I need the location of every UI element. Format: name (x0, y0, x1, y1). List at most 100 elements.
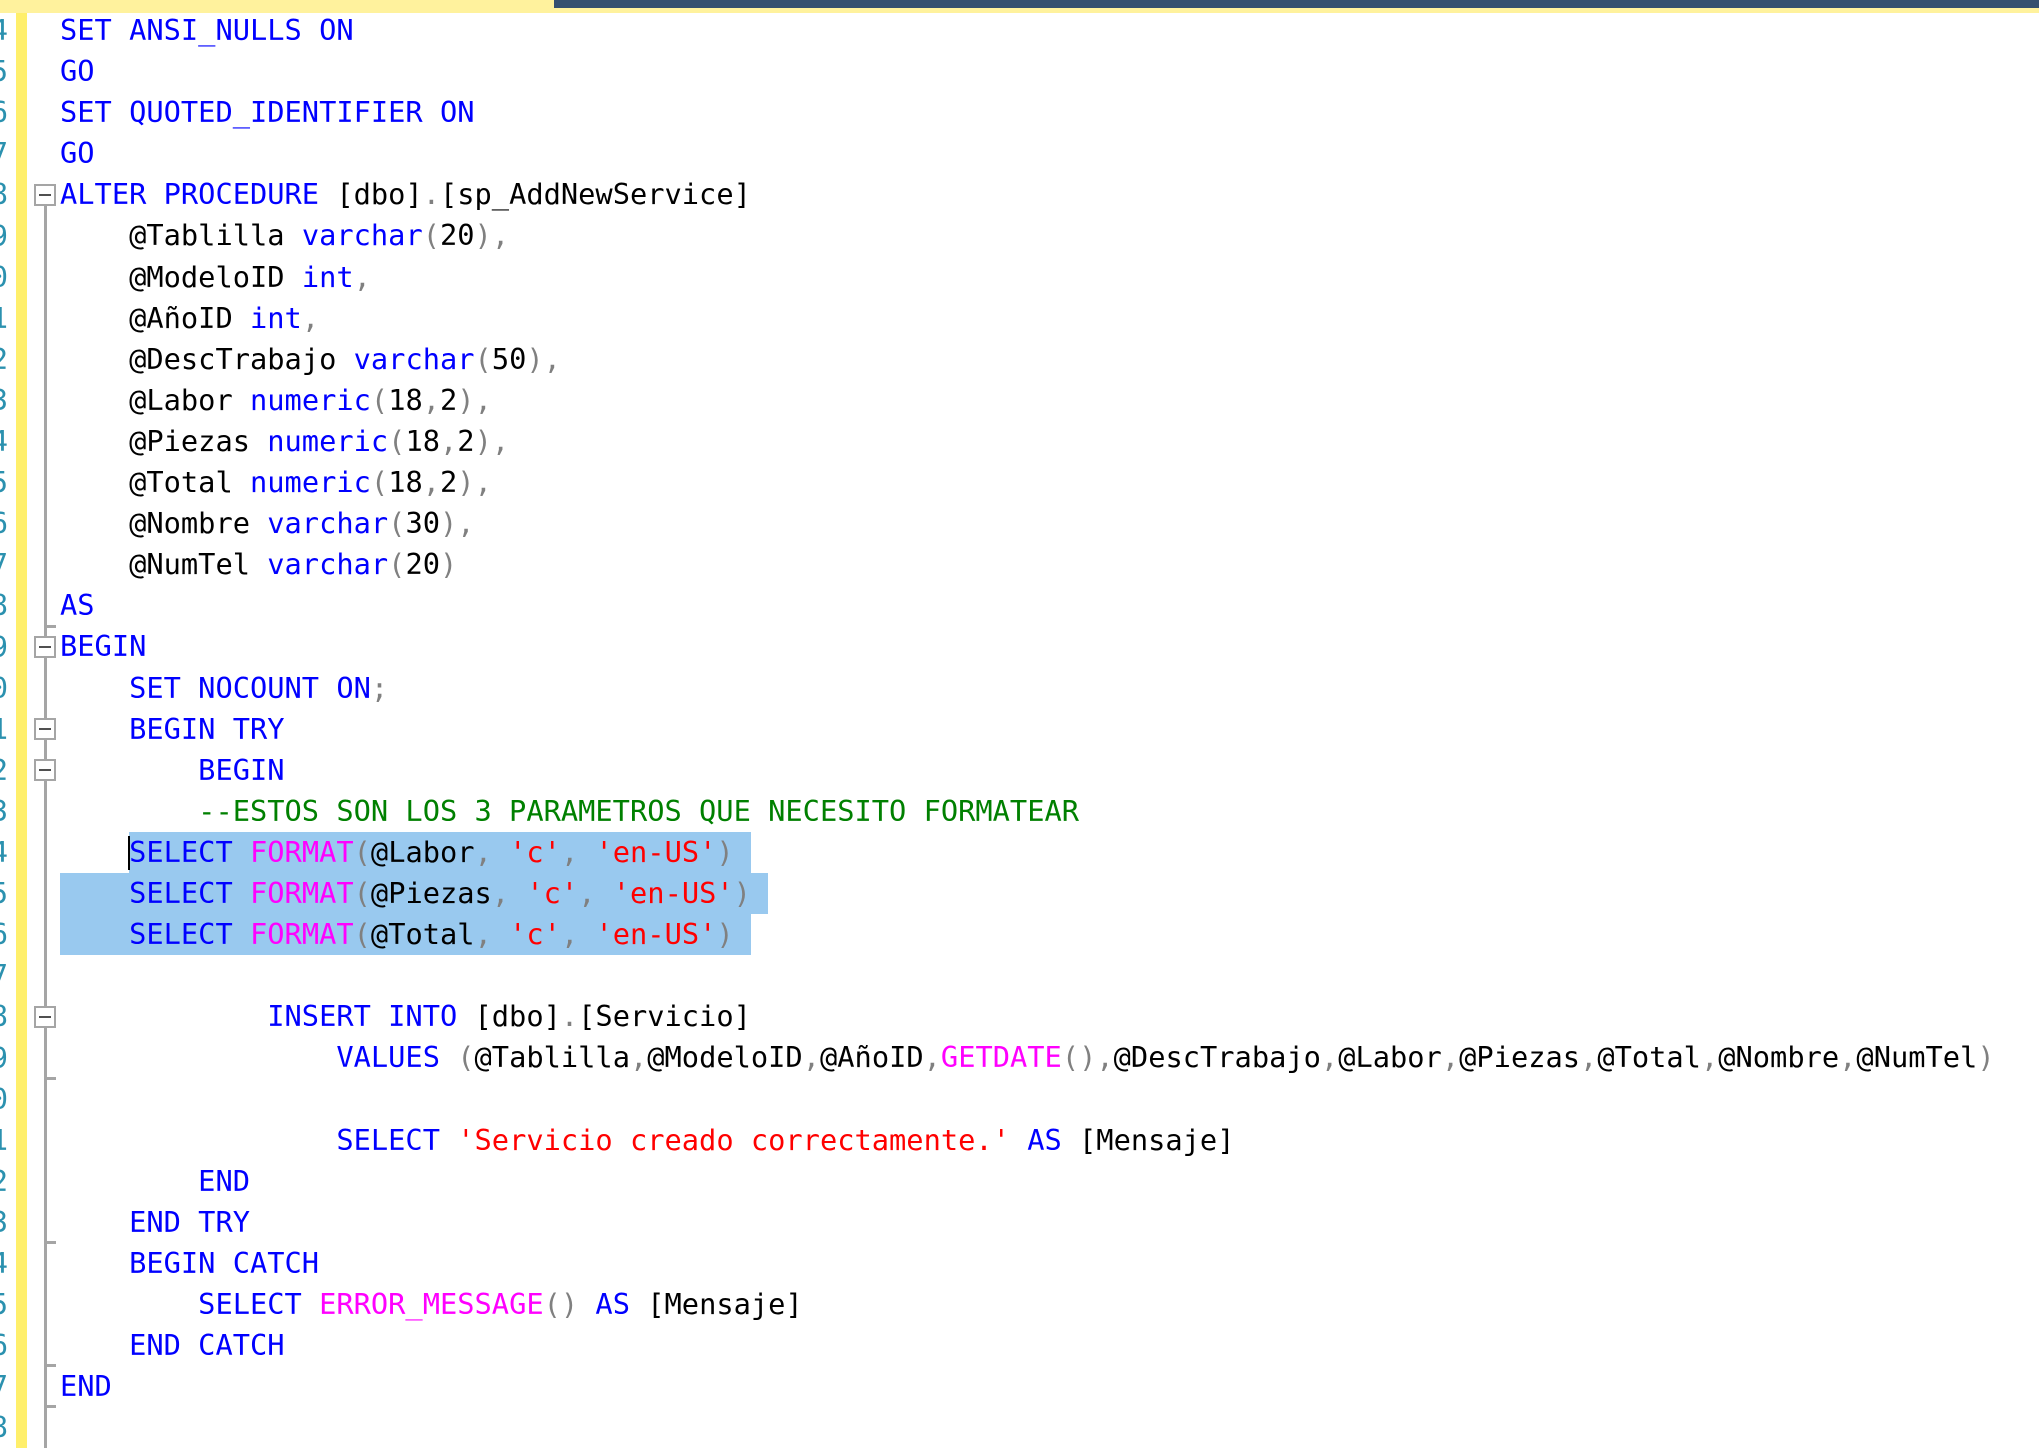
code-line[interactable]: @Labor numeric(18,2), (60, 380, 1995, 421)
code-token-id: 18 (388, 465, 423, 500)
code-token-kw: varchar (353, 341, 475, 376)
code-token-op: ), (474, 218, 510, 253)
code-line[interactable]: END (60, 1366, 1995, 1407)
code-token-kw: SELECT (60, 875, 250, 910)
code-token-kw: varchar (267, 547, 389, 582)
code-token-id: @DescTrabajo (1113, 1040, 1321, 1075)
code-token-op: , (578, 875, 613, 910)
code-token-id: [sp_AddNewService] (439, 177, 751, 212)
code-line[interactable]: @AñoID int, (60, 298, 1995, 339)
code-token-id: 2 (440, 382, 458, 417)
code-token-op: ( (353, 917, 371, 952)
code-token-id: @ModeloID (647, 1040, 803, 1075)
code-line[interactable]: @Total numeric(18,2), (60, 462, 1995, 503)
code-line[interactable]: @DescTrabajo varchar(50), (60, 339, 1995, 380)
collapse-begin-icon[interactable] (34, 636, 56, 659)
code-line[interactable]: @NumTel varchar(20) (60, 544, 1995, 585)
active-document-tab[interactable] (0, 0, 554, 8)
line-number: 8 (0, 1407, 8, 1448)
line-number: 7 (0, 955, 8, 996)
code-token-fn: FORMAT (250, 875, 354, 910)
line-number: 9 (0, 1038, 8, 1079)
code-token-op: . (422, 177, 440, 212)
code-line[interactable] (60, 1078, 1995, 1119)
code-line[interactable]: VALUES (@Tablilla,@ModeloID,@AñoID,GETDA… (60, 1037, 1995, 1078)
code-line[interactable]: GO (60, 133, 1995, 174)
code-token-id: @Piezas (1459, 1040, 1581, 1075)
code-token-op: ) (1977, 1040, 1995, 1075)
code-token-op: ( (422, 218, 440, 253)
code-editor[interactable]: SET ANSI_NULLS ON GO SET QUOTED_IDENTIFIER… (60, 10, 1995, 1448)
line-number: 0 (0, 257, 8, 298)
code-token-op: ( (457, 1040, 475, 1075)
code-token-op: ; (370, 670, 389, 705)
code-token-op: , (353, 259, 371, 294)
line-number: 6 (0, 503, 8, 544)
code-line[interactable] (60, 1407, 1995, 1448)
fold-end-marker (44, 1405, 56, 1409)
code-line[interactable]: SET ANSI_NULLS ON (60, 10, 1995, 51)
collapse-alter-icon[interactable] (34, 183, 56, 206)
code-line[interactable]: SELECT FORMAT(@Piezas, 'c', 'en-US') (60, 873, 1995, 914)
collapse-insert-icon[interactable] (34, 1005, 56, 1028)
line-number: 7 (0, 1366, 8, 1407)
code-token-id: [Servicio] (578, 999, 751, 1034)
code-line[interactable]: AS (60, 585, 1995, 626)
code-line[interactable]: INSERT INTO [dbo].[Servicio] (60, 996, 1995, 1037)
code-line[interactable]: END (60, 1161, 1995, 1202)
code-line[interactable]: BEGIN (60, 626, 1995, 667)
code-token-kw: VALUES (60, 1040, 458, 1075)
code-line[interactable]: END TRY (60, 1202, 1995, 1243)
code-token-id: [dbo] (336, 177, 423, 212)
line-number: 8 (0, 585, 8, 626)
code-line[interactable]: BEGIN CATCH (60, 1243, 1995, 1284)
code-line[interactable]: SELECT FORMAT(@Labor, 'c', 'en-US') (60, 832, 1995, 873)
code-line[interactable] (60, 955, 1995, 996)
code-line[interactable]: SET QUOTED_IDENTIFIER ON (60, 92, 1995, 133)
code-token-op: ( (388, 423, 406, 458)
code-token-kw: numeric (250, 382, 371, 417)
code-token-kw: END TRY (60, 1204, 250, 1239)
code-line[interactable]: SELECT 'Servicio creado correctamente.' … (60, 1120, 1995, 1161)
code-line[interactable]: SET NOCOUNT ON; (60, 668, 1995, 709)
collapse-begin-try-icon[interactable] (34, 718, 56, 741)
code-token-kw: AS (1009, 1122, 1080, 1157)
code-token-kw: SELECT (60, 917, 250, 952)
line-number: 5 (0, 1284, 8, 1325)
code-line[interactable]: SELECT FORMAT(@Total, 'c', 'en-US') (60, 914, 1995, 955)
collapse-begin-icon[interactable] (34, 759, 56, 782)
code-token-kw: int (301, 259, 354, 294)
code-token-id: 20 (405, 547, 440, 582)
code-token-id: @Tablilla (60, 218, 302, 253)
code-token-op: , (560, 834, 596, 869)
code-token-kw: SELECT (60, 1286, 320, 1321)
code-token-id: 18 (388, 382, 423, 417)
code-token-kw: GO (60, 54, 95, 89)
code-line[interactable]: BEGIN (60, 750, 1995, 791)
code-token-op: ), (526, 341, 561, 376)
code-token-id: @Total (370, 917, 475, 952)
code-line[interactable]: SELECT ERROR_MESSAGE() AS [Mensaje] (60, 1284, 1995, 1325)
change-tracking-bar (16, 13, 27, 1448)
code-line[interactable]: ALTER PROCEDURE [dbo].[sp_AddNewService] (60, 174, 1995, 215)
code-token-op: ( (388, 506, 406, 541)
code-token-id: @Tablilla (474, 1040, 630, 1075)
code-token-cm: --ESTOS SON LOS 3 PARAMETROS QUE NECESIT… (60, 793, 1080, 828)
code-token-op: ), (457, 465, 492, 500)
code-line[interactable]: @Tablilla varchar(20), (60, 215, 1995, 256)
code-line[interactable]: GO (60, 51, 1995, 92)
code-token-str: 'Servicio creado correctamente.' (457, 1122, 1010, 1157)
code-line[interactable]: @Nombre varchar(30), (60, 503, 1995, 544)
code-line[interactable]: @Piezas numeric(18,2), (60, 421, 1995, 462)
code-line[interactable]: END CATCH (60, 1325, 1995, 1366)
code-token-fn: FORMAT (250, 834, 354, 869)
code-token-op: ) (716, 834, 734, 869)
code-token-op: ( (353, 834, 371, 869)
code-token-kw: END (60, 1369, 112, 1404)
fold-end-marker (44, 624, 56, 628)
code-token-kw: BEGIN (60, 752, 285, 787)
code-token-op: , (1441, 1040, 1460, 1075)
code-line[interactable]: BEGIN TRY (60, 709, 1995, 750)
code-line[interactable]: @ModeloID int, (60, 257, 1995, 298)
code-line[interactable]: --ESTOS SON LOS 3 PARAMETROS QUE NECESIT… (60, 791, 1995, 832)
